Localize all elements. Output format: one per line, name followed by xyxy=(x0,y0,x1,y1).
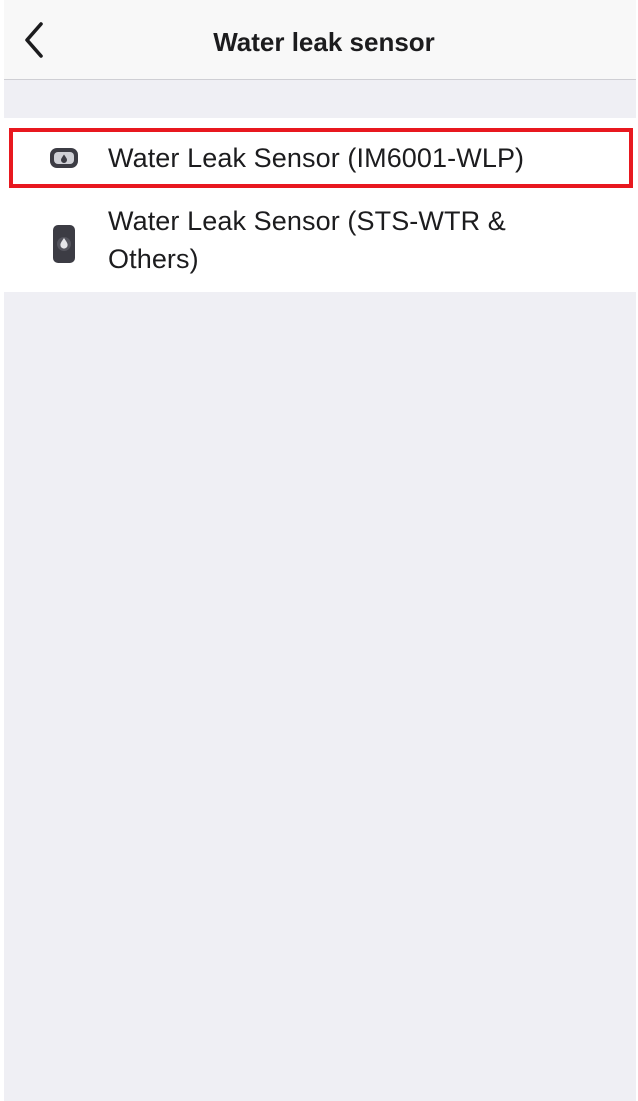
list-item-label: Water Leak Sensor (IM6001-WLP) xyxy=(108,143,525,173)
sensor-drop-icon xyxy=(32,224,96,264)
device-list: Water Leak Sensor (IM6001-WLP) Water Lea… xyxy=(4,118,636,292)
list-item-sts-wtr[interactable]: Water Leak Sensor (STS-WTR & Others) xyxy=(4,198,636,292)
list-item-label: Water Leak Sensor (STS-WTR & Others) xyxy=(108,206,506,274)
navigation-bar: Water leak sensor xyxy=(4,0,636,80)
list-item-im6001-wlp[interactable]: Water Leak Sensor (IM6001-WLP) xyxy=(4,118,636,198)
sensor-puck-icon xyxy=(32,146,96,170)
screen: Water leak sensor Water Leak Sensor (IM6… xyxy=(4,0,636,1101)
page-title: Water leak sensor xyxy=(213,27,435,57)
